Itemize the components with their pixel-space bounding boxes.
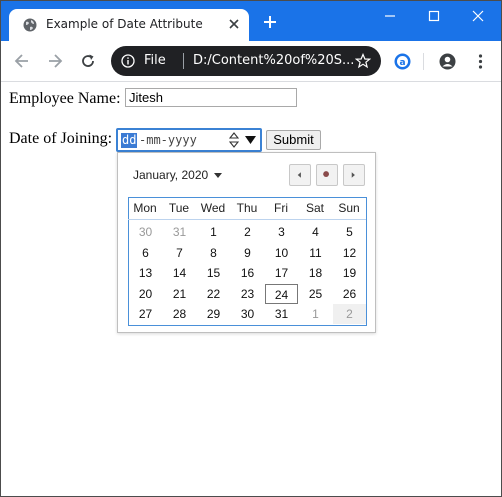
url-scheme: File (144, 53, 166, 68)
close-tab-icon[interactable] (227, 17, 241, 31)
date-day-segment[interactable]: dd (121, 133, 138, 148)
weekday-header: Wed (200, 201, 226, 215)
today-dot-icon (323, 171, 329, 177)
employee-name-input[interactable]: Jitesh (125, 88, 297, 107)
window-close-icon[interactable] (469, 9, 487, 23)
calendar-day[interactable]: 9 (231, 243, 264, 263)
date-month-year-segments[interactable]: -mm-yyyy (139, 133, 197, 148)
employee-name-label: Employee Name: (9, 90, 121, 107)
calendar-day[interactable]: 6 (129, 243, 162, 263)
calendar-day[interactable]: 31 (163, 222, 196, 242)
calendar-day[interactable]: 18 (299, 263, 332, 283)
calendar-day[interactable]: 5 (333, 222, 366, 242)
omnibox-divider (183, 53, 184, 69)
reload-icon[interactable] (79, 52, 97, 70)
calendar-day[interactable]: 11 (299, 243, 332, 263)
browser-window: Example of Date Attribute File D:/Conten… (0, 0, 502, 497)
date-picker-popup: January, 2020 Mon Tue Wed Thu Fri Sat Su… (117, 152, 376, 333)
bookmark-star-icon[interactable] (355, 53, 371, 69)
calendar-day[interactable]: 1 (197, 222, 230, 242)
month-year-selector[interactable]: January, 2020 (133, 168, 208, 182)
date-spinner-icon[interactable] (229, 132, 239, 148)
calendar-day[interactable]: 12 (333, 243, 366, 263)
caret-left-icon (297, 172, 301, 178)
calendar-day[interactable]: 22 (197, 284, 230, 304)
submit-button[interactable]: Submit (266, 130, 321, 150)
month-caret-icon[interactable] (214, 173, 222, 178)
calendar-day[interactable]: 3 (265, 222, 298, 242)
toolbar-divider (423, 53, 424, 70)
calendar-day[interactable]: 23 (231, 284, 264, 304)
browser-toolbar: File D:/Content%20of%20S... a (1, 41, 501, 82)
calendar-day[interactable]: 27 (129, 304, 162, 324)
previous-month-button[interactable] (289, 164, 311, 186)
title-bar: Example of Date Attribute (1, 1, 501, 41)
address-bar[interactable]: File D:/Content%20of%20S... (111, 46, 381, 76)
calendar-day[interactable]: 30 (129, 222, 162, 242)
calendar-day[interactable]: 31 (265, 304, 298, 324)
calendar-day[interactable]: 15 (197, 263, 230, 283)
url-text[interactable]: D:/Content%20of%20S... (193, 53, 354, 68)
tab-title: Example of Date Attribute (46, 17, 203, 31)
menu-kebab-icon[interactable] (472, 53, 489, 70)
calendar-day[interactable]: 14 (163, 263, 196, 283)
calendar-day[interactable]: 21 (163, 284, 196, 304)
next-month-button[interactable] (343, 164, 365, 186)
calendar-day[interactable]: 4 (299, 222, 332, 242)
calendar-day[interactable]: 26 (333, 284, 366, 304)
weekday-header: Tue (168, 201, 190, 215)
caret-right-icon (351, 172, 355, 178)
calendar-day[interactable]: 8 (197, 243, 230, 263)
calendar-day[interactable]: 30 (231, 304, 264, 324)
back-icon[interactable] (13, 52, 31, 70)
calendar-day[interactable]: 7 (163, 243, 196, 263)
calendar-dropdown-icon[interactable] (245, 135, 256, 145)
calendar-day[interactable]: 2 (333, 304, 366, 324)
new-tab-icon[interactable] (263, 15, 277, 29)
calendar-day[interactable]: 28 (163, 304, 196, 324)
calendar-day[interactable]: 19 (333, 263, 366, 283)
calendar-day[interactable]: 16 (231, 263, 264, 283)
profile-avatar-icon[interactable] (439, 53, 456, 70)
extension-icon[interactable]: a (394, 53, 411, 70)
weekday-header: Mon (133, 201, 157, 215)
minimize-icon[interactable] (381, 9, 399, 23)
page-content: Employee Name: Jitesh Date of Joining: d… (1, 82, 501, 496)
today-button[interactable] (316, 164, 338, 186)
date-of-joining-input[interactable]: dd -mm-yyyy (116, 128, 262, 152)
calendar-day[interactable]: 1 (299, 304, 332, 324)
date-of-joining-label: Date of Joining: (9, 130, 113, 147)
calendar-day[interactable]: 24 (265, 283, 298, 304)
weekday-header: Thu (236, 201, 258, 215)
weekday-header: Sun (338, 201, 360, 215)
calendar-day[interactable]: 13 (129, 263, 162, 283)
calendar-day[interactable]: 20 (129, 284, 162, 304)
calendar-day[interactable]: 2 (231, 222, 264, 242)
calendar-day[interactable]: 25 (299, 284, 332, 304)
weekday-header: Fri (274, 201, 288, 215)
browser-tab[interactable]: Example of Date Attribute (9, 9, 249, 41)
calendar-day[interactable]: 10 (265, 243, 298, 263)
globe-icon (23, 18, 37, 32)
calendar-day[interactable]: 17 (265, 263, 298, 283)
svg-text:a: a (399, 58, 405, 68)
info-icon[interactable] (121, 54, 135, 68)
weekday-header-divider (128, 219, 366, 220)
weekday-header: Sat (305, 201, 324, 215)
forward-icon[interactable] (46, 52, 64, 70)
maximize-icon[interactable] (425, 9, 443, 23)
calendar-day[interactable]: 29 (197, 304, 230, 324)
